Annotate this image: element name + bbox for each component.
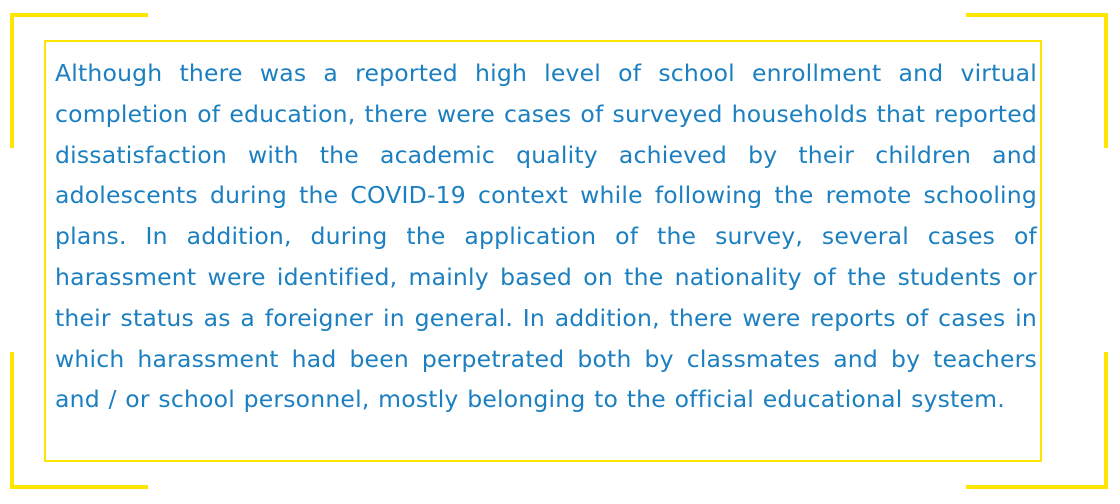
frame-line-top [44, 40, 1042, 42]
frame-line-right [1040, 40, 1042, 462]
corner-bracket-top-right-vertical [1104, 13, 1108, 148]
corner-bracket-top-left-vertical [10, 13, 14, 148]
frame-line-bottom [44, 460, 1042, 462]
callout-text: Although there was a reported high level… [55, 59, 1037, 414]
corner-bracket-top-right-horizontal [966, 13, 1108, 17]
corner-bracket-bottom-left-vertical [10, 352, 14, 489]
corner-bracket-top-left-horizontal [10, 13, 148, 17]
corner-bracket-bottom-right-vertical [1104, 352, 1108, 489]
corner-bracket-bottom-right-horizontal [966, 485, 1108, 489]
corner-bracket-bottom-left-horizontal [10, 485, 148, 489]
frame-line-left [44, 40, 46, 462]
callout-box: Although there was a reported high level… [0, 0, 1120, 504]
